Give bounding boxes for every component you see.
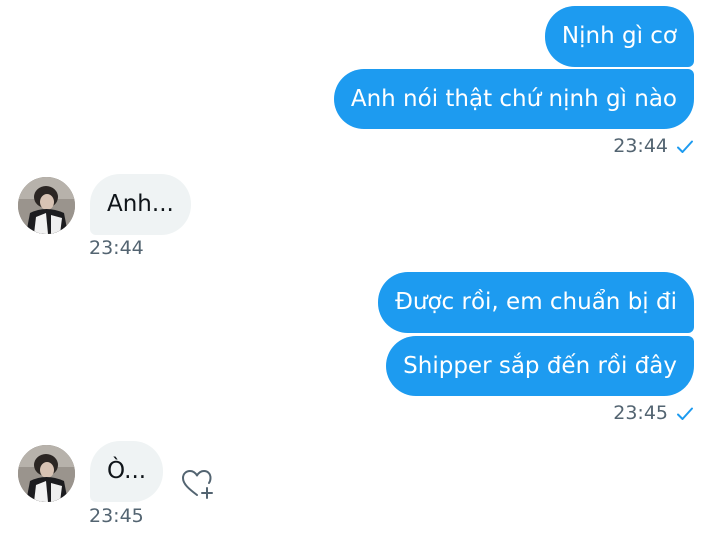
message-bubble-outgoing[interactable]: Nịnh gì cơ [544,6,694,67]
avatar[interactable] [18,445,75,502]
heart-plus-icon[interactable] [181,468,215,500]
message-bubble-incoming[interactable]: Anh... [90,174,191,235]
check-icon [677,140,693,153]
message-bubble-incoming[interactable]: Ò... [90,441,164,502]
message-timestamp: 23:44 [613,135,668,157]
message-text: Anh... [107,191,174,217]
message-timestamp: 23:45 [613,402,668,424]
avatar-photo [18,177,75,234]
avatar[interactable] [18,177,75,234]
message-text: Shipper sắp đến rồi đây [403,352,677,379]
message-bubble-outgoing[interactable]: Anh nói thật chứ nịnh gì nào [333,69,694,129]
message-bubble-outgoing[interactable]: Shipper sắp đến rồi đây [386,336,694,396]
message-timestamp: 23:45 [89,505,144,527]
message-text: Được rồi, em chuẩn bị đi [395,289,677,315]
message-text: Ò... [107,458,147,484]
message-bubble-outgoing[interactable]: Được rồi, em chuẩn bị đi [378,272,694,333]
avatar-photo [18,445,75,502]
message-timestamp: 23:44 [89,237,144,259]
message-text: Nịnh gì cơ [561,23,677,49]
message-text: Anh nói thật chứ nịnh gì nào [350,85,677,112]
check-icon [677,407,693,420]
conversation-view: Nịnh gì cơ Anh nói thật chứ nịnh gì nào … [0,0,720,534]
